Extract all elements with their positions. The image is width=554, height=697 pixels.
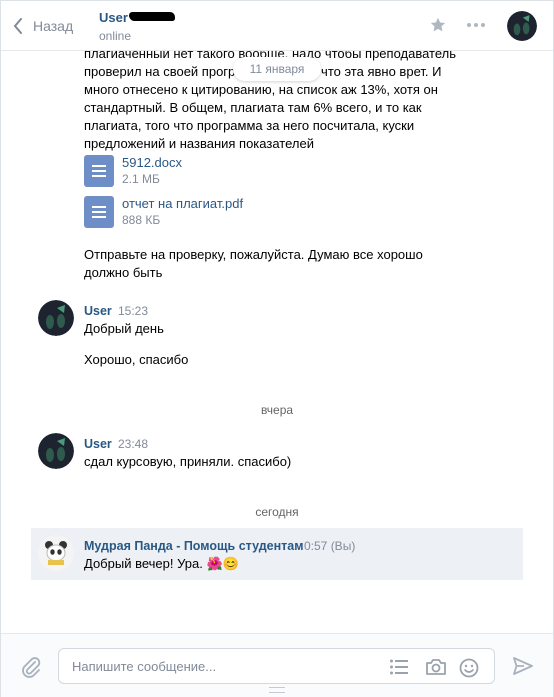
message-author[interactable]: Мудрая Панда - Помощь студентам: [84, 539, 303, 553]
message-time[interactable]: 23:48: [118, 437, 148, 451]
back-label: Назад: [33, 18, 74, 34]
document-size: 888 КБ: [122, 213, 161, 227]
message-line: должно быть: [84, 265, 163, 280]
message-text: сдал курсовую, приняли. спасибо): [84, 454, 292, 469]
message-line: стандартный. В общем, плагиата там 6% вс…: [84, 100, 422, 115]
back-button[interactable]: Назад: [13, 15, 73, 37]
message-author[interactable]: User: [84, 304, 112, 318]
document-icon: [84, 196, 114, 228]
message-time[interactable]: 0:57 (Вы): [304, 539, 355, 553]
peer-status: online: [99, 29, 132, 43]
redacted-name: [128, 12, 175, 21]
templates-icon[interactable]: [389, 658, 409, 679]
date-separator: вчера: [260, 403, 294, 417]
message-line: Отправьте на проверку, пожалуйста. Думаю…: [84, 247, 423, 262]
own-avatar[interactable]: [38, 535, 74, 571]
user-avatar[interactable]: [38, 300, 74, 336]
message-text: Добрый вечер! Ура. 🌺😊: [84, 556, 239, 571]
message-text: Добрый день: [84, 321, 164, 336]
message-line: много отнесено к цитированию, на список …: [84, 82, 438, 97]
chevron-left-icon: [13, 18, 22, 34]
message-line: плагиата, того что программа за него пос…: [84, 118, 415, 133]
document-name[interactable]: отчет на плагиат.pdf: [122, 196, 243, 212]
chat-header: Назад User online: [1, 1, 553, 51]
user-avatar[interactable]: [38, 433, 74, 469]
message-time[interactable]: 15:23: [118, 304, 148, 318]
message-line: предложений и названия показателей: [84, 136, 314, 151]
resize-handle[interactable]: [269, 687, 285, 693]
message-text: Хорошо, спасибо: [84, 352, 189, 367]
camera-icon[interactable]: [425, 658, 447, 679]
date-separator: сегодня: [255, 505, 299, 519]
message-input[interactable]: Напишите сообщение...: [58, 648, 495, 684]
more-icon[interactable]: [466, 16, 486, 37]
messenger-window: Назад User online 11 января плагиаченный…: [0, 0, 554, 697]
document-size: 2.1 МБ: [122, 172, 160, 186]
message-author[interactable]: User: [84, 437, 112, 451]
paperclip-icon[interactable]: [21, 656, 41, 681]
message-text: Отправьте на проверку, пожалуйста. Думаю…: [84, 246, 484, 282]
star-icon[interactable]: [429, 16, 447, 37]
document-name[interactable]: 5912.docx: [122, 155, 182, 171]
message-placeholder: Напишите сообщение...: [72, 659, 217, 674]
document-attachment[interactable]: 5912.docx 2.1 МБ: [84, 155, 182, 189]
peer-name[interactable]: User: [99, 10, 175, 25]
send-icon[interactable]: [513, 656, 533, 679]
date-pill: 11 января: [233, 57, 321, 81]
peer-avatar[interactable]: [507, 11, 537, 41]
document-icon: [84, 155, 114, 187]
emoji-icon[interactable]: [459, 658, 479, 681]
chat-history[interactable]: плагиаченный нет такого вообще. надо что…: [1, 41, 553, 633]
document-attachment[interactable]: отчет на плагиат.pdf 888 КБ: [84, 196, 243, 230]
